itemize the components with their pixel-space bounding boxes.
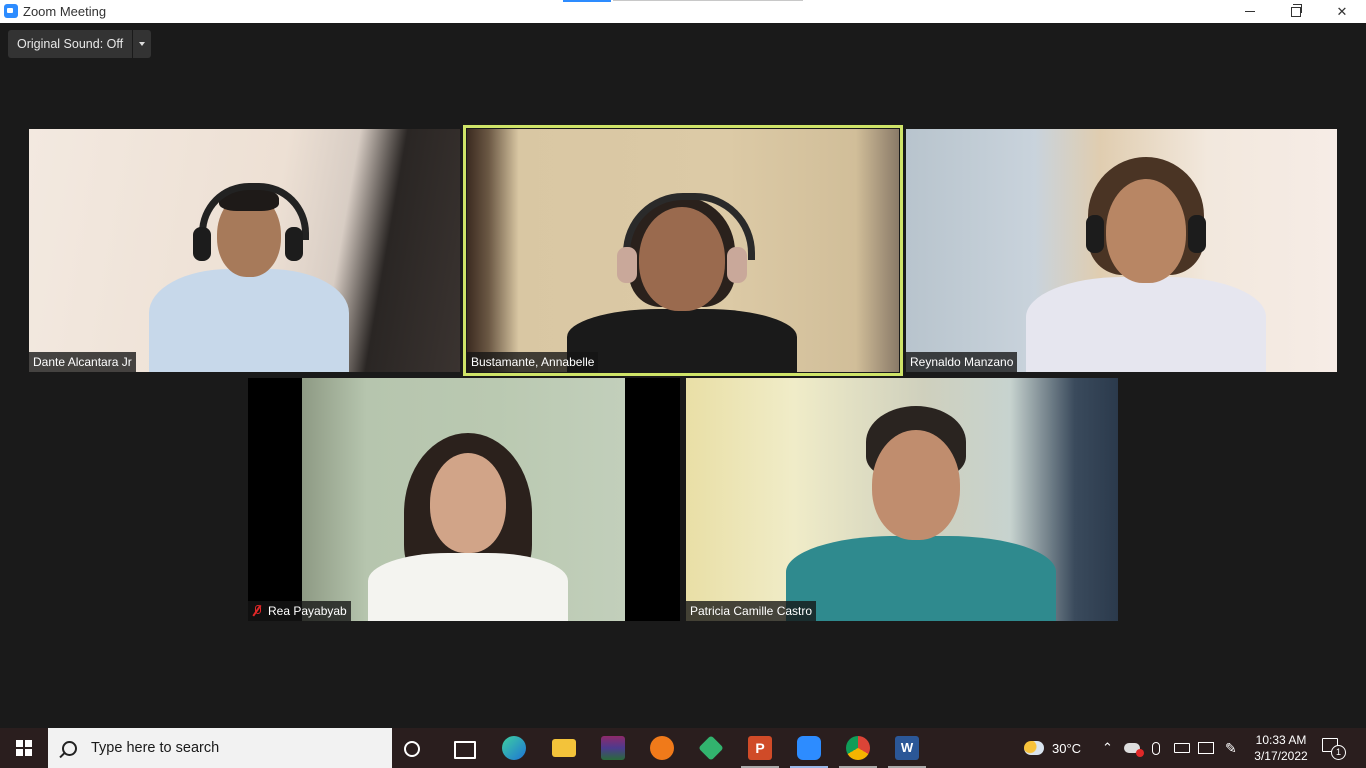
battery-icon[interactable] <box>1174 728 1190 768</box>
edge-icon[interactable] <box>502 736 526 760</box>
word-icon[interactable]: W <box>895 736 919 760</box>
notification-center-button[interactable]: 1 <box>1322 738 1346 760</box>
original-sound-control: Original Sound: Off <box>8 30 152 58</box>
original-sound-button[interactable]: Original Sound: Off <box>8 30 133 58</box>
title-bar: Zoom Meeting ✕ <box>0 0 1366 23</box>
zoom-icon[interactable] <box>797 736 821 760</box>
close-icon: ✕ <box>1336 3 1348 19</box>
restore-icon <box>1291 3 1302 17</box>
task-view-icon[interactable] <box>454 741 476 759</box>
participant-name: Reynaldo Manzano <box>906 352 1018 372</box>
clock-date: 3/17/2022 <box>1254 749 1308 763</box>
powerpoint-icon[interactable]: P <box>748 736 772 760</box>
start-button[interactable] <box>0 728 48 768</box>
chrome-icon[interactable] <box>846 736 870 760</box>
minimize-button[interactable] <box>1227 0 1273 23</box>
show-hidden-icons-button[interactable]: ⌃ <box>1102 728 1113 768</box>
file-explorer-icon[interactable] <box>552 739 576 757</box>
video-tile[interactable]: Rea Payabyab <box>248 378 680 621</box>
participant-name-text: Rea Payabyab <box>268 604 347 618</box>
pen-workspace-icon[interactable]: ✎ <box>1225 728 1237 768</box>
microphone-icon[interactable] <box>1152 728 1160 768</box>
cortana-icon[interactable] <box>404 741 420 757</box>
muted-mic-icon <box>252 605 262 616</box>
vpn-icon[interactable] <box>698 735 724 761</box>
chevron-down-icon <box>139 42 146 46</box>
participant-name: Dante Alcantara Jr <box>29 352 136 372</box>
participant-name: Rea Payabyab <box>248 601 351 621</box>
windows-logo-icon <box>16 740 32 756</box>
close-button[interactable]: ✕ <box>1319 0 1365 23</box>
notification-badge: 1 <box>1331 745 1346 760</box>
video-tile[interactable]: Dante Alcantara Jr <box>29 129 460 372</box>
participant-video <box>786 406 1056 621</box>
cloud-sync-error-icon[interactable] <box>1124 728 1144 768</box>
weather-cloud-sun-icon <box>1024 741 1044 755</box>
restore-button[interactable] <box>1273 0 1319 23</box>
winrar-icon[interactable] <box>601 736 625 760</box>
clock-time: 10:33 AM <box>1255 733 1307 747</box>
search-placeholder: Type here to search <box>91 740 220 756</box>
network-icon[interactable] <box>1198 728 1214 768</box>
window-title: Zoom Meeting <box>23 4 107 19</box>
video-tile[interactable]: Reynaldo Manzano <box>906 129 1337 372</box>
zoom-app-icon <box>4 4 18 18</box>
weather-widget[interactable]: 30°C <box>1024 728 1081 768</box>
minimize-icon <box>1245 11 1255 12</box>
active-speaker-border <box>463 125 903 376</box>
participant-name: Patricia Camille Castro <box>686 601 817 621</box>
participant-video <box>1026 157 1266 372</box>
tab-indicator-track <box>613 0 803 1</box>
original-sound-dropdown[interactable] <box>133 30 152 58</box>
participant-video <box>149 179 349 372</box>
system-clock[interactable]: 10:33 AM 3/17/2022 <box>1252 732 1310 764</box>
brave-icon[interactable] <box>650 736 674 760</box>
search-icon <box>62 740 77 756</box>
weather-temperature: 30°C <box>1052 740 1082 756</box>
tab-indicator <box>563 0 611 2</box>
windows-taskbar: Type here to search P W 30°C ⌃ ✎ 10:33 A… <box>0 728 1366 768</box>
chevron-up-icon: ⌃ <box>1102 740 1113 755</box>
taskbar-search-box[interactable]: Type here to search <box>48 728 392 768</box>
participant-video <box>368 433 568 621</box>
video-tile[interactable]: Patricia Camille Castro <box>686 378 1118 621</box>
